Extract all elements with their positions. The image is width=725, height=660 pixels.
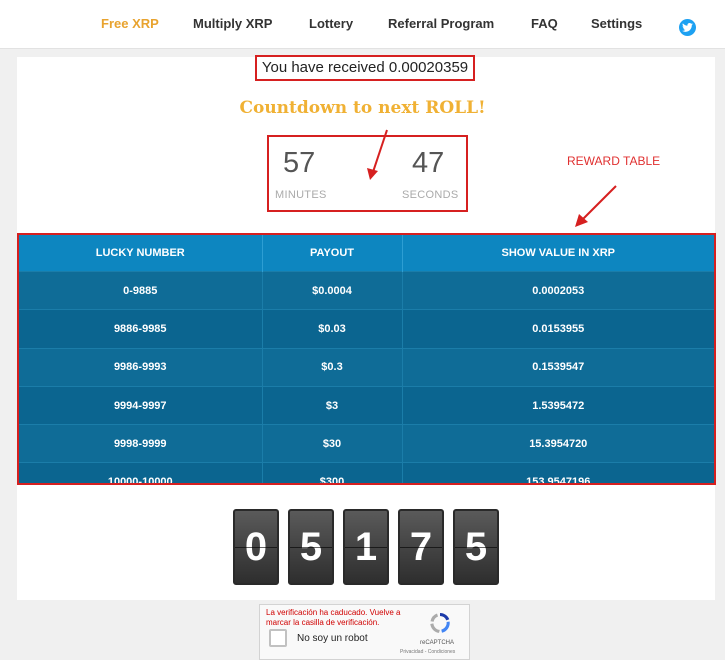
cell-lucky-number: 9998-9999 — [19, 424, 263, 463]
header-lucky-number: LUCKY NUMBER — [19, 235, 263, 272]
recaptcha-widget: La verificación ha caducado. Vuelve a ma… — [259, 604, 470, 660]
roll-digit: 0 — [233, 509, 279, 585]
table-row: 9994-9997 $3 1.5395472 — [19, 385, 714, 425]
cell-lucky-number: 9994-9997 — [19, 385, 263, 425]
cell-xrp-value: 153.9547196 — [402, 462, 714, 483]
cell-xrp-value: 15.3954720 — [402, 424, 714, 463]
arrow-to-table — [575, 185, 617, 227]
header-payout: PAYOUT — [262, 235, 403, 272]
table-row: 9886-9985 $0.03 0.0153955 — [19, 309, 714, 349]
recaptcha-links[interactable]: Privacidad - Condiciones — [400, 649, 455, 655]
cell-lucky-number: 10000-10000 — [19, 462, 263, 483]
cell-xrp-value: 1.5395472 — [402, 385, 714, 425]
recaptcha-checkbox[interactable] — [269, 629, 287, 647]
recaptcha-brand: reCAPTCHA — [420, 640, 455, 646]
recaptcha-expired-message: La verificación ha caducado. Vuelve a ma… — [266, 608, 401, 627]
cell-payout: $3 — [262, 385, 403, 425]
roll-digit: 7 — [398, 509, 444, 585]
cell-lucky-number: 9986-9993 — [19, 347, 263, 387]
cell-payout: $0.0004 — [262, 270, 403, 310]
cell-xrp-value: 0.0002053 — [402, 270, 714, 310]
reward-table-header: LUCKY NUMBER PAYOUT SHOW VALUE IN XRP — [19, 235, 714, 272]
recaptcha-logo-icon — [430, 613, 450, 633]
cell-payout: $0.3 — [262, 347, 403, 387]
roll-digit: 5 — [288, 509, 334, 585]
table-row: 9986-9993 $0.3 0.1539547 — [19, 347, 714, 387]
table-row: 10000-10000 $300 153.9547196 — [19, 462, 714, 483]
cell-payout: $0.03 — [262, 309, 403, 349]
reward-table: LUCKY NUMBER PAYOUT SHOW VALUE IN XRP 0-… — [17, 233, 716, 485]
cell-xrp-value: 0.0153955 — [402, 309, 714, 349]
table-row: 9998-9999 $30 15.3954720 — [19, 424, 714, 463]
table-row: 0-9885 $0.0004 0.0002053 — [19, 270, 714, 310]
cell-lucky-number: 0-9885 — [19, 270, 263, 310]
header-xrp-value: SHOW VALUE IN XRP — [402, 235, 714, 272]
cell-payout: $30 — [262, 424, 403, 463]
roll-digit: 5 — [453, 509, 499, 585]
recaptcha-label: No soy un robot — [297, 633, 368, 644]
cell-payout: $300 — [262, 462, 403, 483]
cell-xrp-value: 0.1539547 — [402, 347, 714, 387]
cell-lucky-number: 9886-9985 — [19, 309, 263, 349]
arrow-to-timer — [367, 129, 388, 180]
roll-digit: 1 — [343, 509, 389, 585]
